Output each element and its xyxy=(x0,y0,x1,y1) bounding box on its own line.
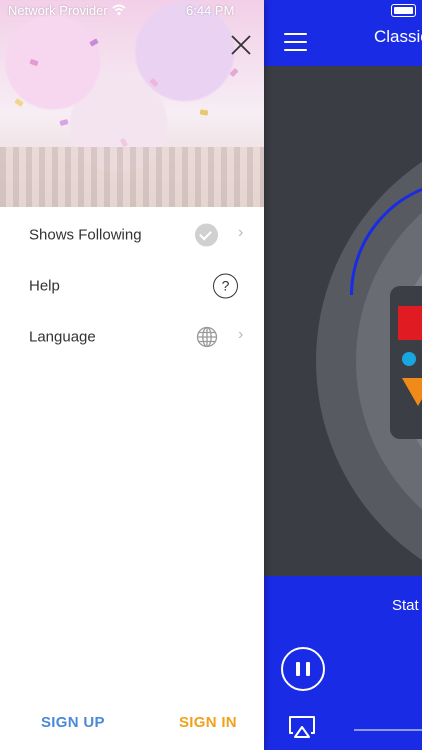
hamburger-menu-icon[interactable] xyxy=(284,33,307,51)
wifi-icon xyxy=(112,4,126,15)
player-controls: Stat xyxy=(264,576,422,750)
close-icon[interactable] xyxy=(229,33,253,57)
question-circle-icon: ? xyxy=(213,273,238,299)
chevron-right-icon: › xyxy=(238,224,244,242)
volume-slider[interactable] xyxy=(354,729,422,731)
menu-item-label: Help xyxy=(29,277,60,295)
sign-in-button[interactable]: SIGN IN xyxy=(179,714,237,731)
globe-icon xyxy=(196,326,218,348)
side-drawer: Network Provider 6:44 PM Shows Following… xyxy=(0,0,264,750)
player-title: Classic xyxy=(374,27,422,46)
chevron-right-icon: › xyxy=(238,326,244,344)
player-header: Classic xyxy=(264,0,422,66)
player-screen: Classic Stat xyxy=(264,0,422,750)
check-circle-icon xyxy=(195,223,218,247)
menu-item-label: Shows Following xyxy=(29,226,142,244)
status-time: 6:44 PM xyxy=(186,3,235,18)
station-name: Stat xyxy=(392,597,419,614)
menu-item-label: Language xyxy=(29,328,96,346)
player-artwork-area xyxy=(264,66,422,576)
battery-icon xyxy=(391,4,416,17)
carrier-label: Network Provider xyxy=(8,3,108,18)
menu-item-help[interactable]: Help ? xyxy=(0,261,264,311)
pause-button[interactable] xyxy=(281,647,325,691)
station-logo xyxy=(390,286,422,439)
drawer-header-image xyxy=(0,0,264,207)
airplay-icon[interactable] xyxy=(288,715,316,739)
menu-item-language[interactable]: Language › xyxy=(0,312,264,362)
menu-item-shows-following[interactable]: Shows Following › xyxy=(0,210,264,260)
sign-up-button[interactable]: SIGN UP xyxy=(41,714,105,731)
